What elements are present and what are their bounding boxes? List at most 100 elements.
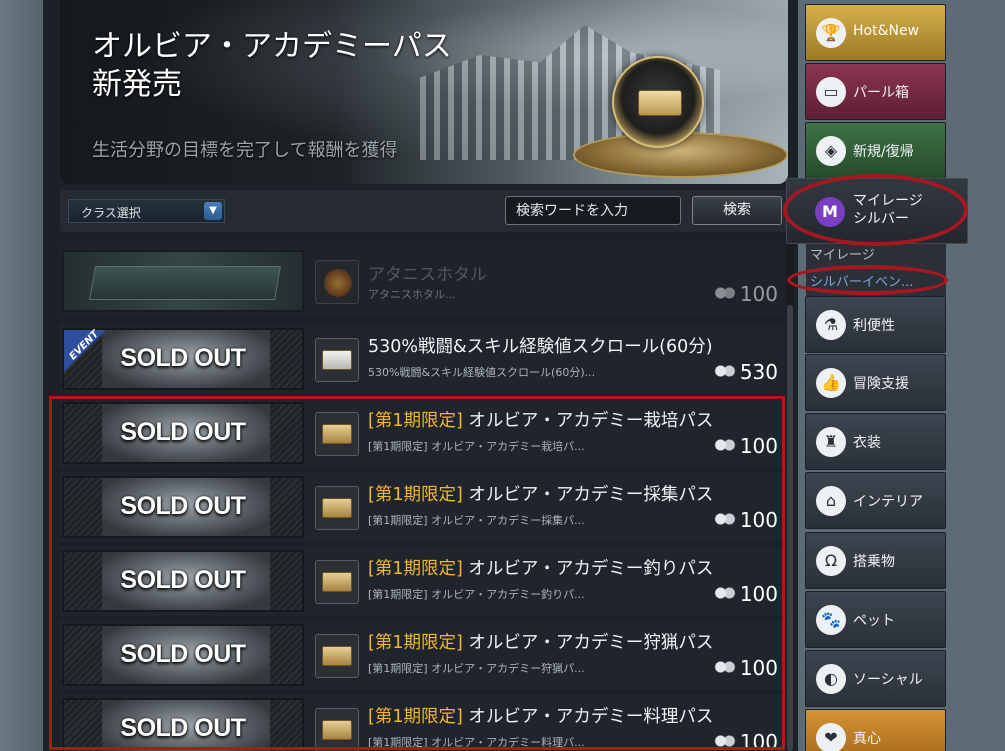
silver-coin-icon bbox=[713, 586, 736, 600]
costume-icon: ♜ bbox=[816, 427, 846, 457]
left-background bbox=[0, 0, 43, 751]
sidebar-item-pearl-box[interactable]: ▭ パール箱 bbox=[805, 63, 946, 120]
sold-out-label: SOLD OUT bbox=[120, 492, 246, 520]
sidebar-item-adventure-support[interactable]: 👍 冒険支援 bbox=[805, 354, 946, 411]
sidebar-item-label: インテリア bbox=[853, 494, 923, 510]
sold-out-label: SOLD OUT bbox=[120, 714, 246, 742]
shop-main-panel: オルビア・アカデミーパス 新発売 生活分野の目標を完了して報酬を獲得 クラス選択… bbox=[43, 0, 798, 751]
ticket-icon bbox=[315, 486, 359, 530]
silver-coin-icon bbox=[713, 364, 736, 378]
banner-title: オルビア・アカデミーパス 新発売 bbox=[92, 29, 452, 102]
sidebar-item-social[interactable]: ◐ ソーシャル bbox=[805, 650, 946, 707]
chevron-down-icon[interactable]: ▼ bbox=[204, 202, 222, 220]
item-desc: 530%戦闘&スキル経験値スクロール(60分)... bbox=[368, 366, 596, 379]
item-thumbnail: SOLD OUT bbox=[62, 698, 304, 751]
item-desc: [第1期限定] オルビア・アカデミー狩猟パ... bbox=[368, 662, 585, 675]
sidebar-item-label: 真心 bbox=[853, 731, 881, 747]
academy-pass-medal-icon bbox=[612, 56, 704, 148]
sidebar-item-label: マイレージ シルバー bbox=[853, 193, 923, 227]
silver-coin-icon bbox=[713, 734, 736, 748]
item-price: 100 bbox=[713, 434, 778, 458]
sold-out-label: SOLD OUT bbox=[120, 344, 246, 372]
mileage-icon: M bbox=[815, 197, 845, 227]
sidebar-item-label: 新規/復帰 bbox=[853, 144, 914, 160]
item-thumbnail: EVENT SOLD OUT bbox=[62, 328, 304, 390]
promo-banner[interactable]: オルビア・アカデミーパス 新発売 生活分野の目標を完了して報酬を獲得 bbox=[60, 0, 788, 184]
sidebar-item-new-return[interactable]: ◈ 新規/復帰 bbox=[805, 122, 946, 179]
item-title: [第1期限定] オルビア・アカデミー狩猟パス bbox=[368, 633, 714, 653]
ticket-icon bbox=[315, 560, 359, 604]
sidebar-item-convenience[interactable]: ⚗ 利便性 bbox=[805, 296, 946, 353]
submenu-item-mileage[interactable]: マイレージ bbox=[810, 244, 875, 263]
item-title: [第1期限定] オルビア・アカデミー採集パス bbox=[368, 485, 714, 505]
ticket-icon bbox=[315, 708, 359, 751]
firefly-icon bbox=[315, 260, 359, 304]
item-thumbnail: SOLD OUT bbox=[62, 624, 304, 686]
sidebar-item-interior[interactable]: ⌂ インテリア bbox=[805, 472, 946, 529]
list-item[interactable]: SOLD OUT [第1期限定] オルビア・アカデミー採集パス [第1期限定] … bbox=[60, 472, 786, 542]
list-item[interactable]: EVENT SOLD OUT 530%戦闘&スキル経験値スクロール(60分) 5… bbox=[60, 324, 786, 394]
item-list: アタニスホタル アタニスホタル... 100 EVENT SOLD OUT 53… bbox=[60, 246, 786, 751]
item-price: 530 bbox=[713, 360, 778, 384]
social-icon: ◐ bbox=[816, 664, 846, 694]
sidebar-item-label: ソーシャル bbox=[853, 672, 923, 688]
sidebar-item-pet[interactable]: 🐾 ペット bbox=[805, 591, 946, 648]
sidebar-item-mileage-silver[interactable]: M マイレージ シルバー bbox=[786, 178, 968, 244]
sold-out-label: SOLD OUT bbox=[120, 566, 246, 594]
item-desc: [第1期限定] オルビア・アカデミー釣りパ... bbox=[368, 588, 585, 601]
pearl-box-icon: ▭ bbox=[816, 77, 846, 107]
sidebar-item-label: 利便性 bbox=[853, 318, 895, 334]
list-item[interactable]: SOLD OUT [第1期限定] オルビア・アカデミー釣りパス [第1期限定] … bbox=[60, 546, 786, 616]
silver-coin-icon bbox=[713, 438, 736, 452]
item-tag: [第1期限定] bbox=[368, 633, 463, 653]
sidebar-submenu: マイレージ シルバーイベン... bbox=[806, 244, 946, 296]
sidebar-item-label: Hot&New bbox=[853, 23, 920, 39]
list-item[interactable]: SOLD OUT [第1期限定] オルビア・アカデミー料理パス [第1期限定] … bbox=[60, 694, 786, 751]
item-price: 100 bbox=[713, 508, 778, 532]
item-tag: [第1期限定] bbox=[368, 559, 463, 579]
sidebar-item-label: パール箱 bbox=[853, 85, 909, 101]
silver-coin-icon bbox=[713, 660, 736, 674]
item-thumbnail: SOLD OUT bbox=[62, 550, 304, 612]
item-price: 100 bbox=[713, 582, 778, 606]
list-item[interactable]: SOLD OUT [第1期限定] オルビア・アカデミー狩猟パス [第1期限定] … bbox=[60, 620, 786, 690]
item-title: [第1期限定] オルビア・アカデミー釣りパス bbox=[368, 559, 714, 579]
list-scrollbar-thumb[interactable] bbox=[787, 305, 793, 751]
sidebar-item-hot-new[interactable]: 🏆 Hot&New bbox=[805, 4, 946, 61]
item-price: 100 bbox=[713, 282, 778, 306]
trophy-icon: 🏆 bbox=[816, 18, 846, 48]
item-thumbnail bbox=[62, 250, 304, 312]
item-desc: [第1期限定] オルビア・アカデミー採集パ... bbox=[368, 514, 585, 527]
item-title: [第1期限定] オルビア・アカデミー料理パス bbox=[368, 707, 714, 727]
search-button[interactable]: 検索 bbox=[692, 196, 782, 225]
horseshoe-icon: Ω bbox=[816, 546, 846, 576]
list-item[interactable]: SOLD OUT [第1期限定] オルビア・アカデミー栽培パス [第1期限定] … bbox=[60, 398, 786, 468]
sidebar-item-label: 衣装 bbox=[853, 435, 881, 451]
chair-icon: ⌂ bbox=[816, 486, 846, 516]
sold-out-label: SOLD OUT bbox=[120, 418, 246, 446]
scroll-icon bbox=[315, 338, 359, 382]
item-desc: アタニスホタル... bbox=[368, 288, 456, 301]
class-select-label: クラス選択 bbox=[81, 206, 141, 220]
sidebar-item-mount[interactable]: Ω 搭乗物 bbox=[805, 532, 946, 589]
ticket-icon bbox=[315, 412, 359, 456]
sidebar-item-costume[interactable]: ♜ 衣装 bbox=[805, 413, 946, 470]
filter-bar: クラス選択 ▼ 検索 bbox=[60, 190, 788, 232]
item-title: 530%戦闘&スキル経験値スクロール(60分) bbox=[368, 337, 713, 357]
potion-icon: ⚗ bbox=[816, 310, 846, 340]
item-title: [第1期限定] オルビア・アカデミー栽培パス bbox=[368, 411, 714, 431]
sidebar-item-sincerity[interactable]: ❤ 真心 bbox=[805, 709, 946, 751]
silver-coin-icon bbox=[713, 286, 736, 300]
return-icon: ◈ bbox=[816, 136, 846, 166]
submenu-item-silver-event[interactable]: シルバーイベン... bbox=[810, 271, 913, 290]
list-item[interactable]: アタニスホタル アタニスホタル... 100 bbox=[60, 246, 786, 316]
item-thumbnail: SOLD OUT bbox=[62, 476, 304, 538]
item-tag: [第1期限定] bbox=[368, 707, 463, 727]
item-desc: [第1期限定] オルビア・アカデミー栽培パ... bbox=[368, 440, 585, 453]
item-tag: [第1期限定] bbox=[368, 411, 463, 431]
class-select-dropdown[interactable]: クラス選択 ▼ bbox=[68, 199, 225, 223]
silver-coin-icon bbox=[713, 512, 736, 526]
item-tag: [第1期限定] bbox=[368, 485, 463, 505]
item-price: 100 bbox=[713, 656, 778, 680]
search-input[interactable] bbox=[505, 196, 681, 225]
